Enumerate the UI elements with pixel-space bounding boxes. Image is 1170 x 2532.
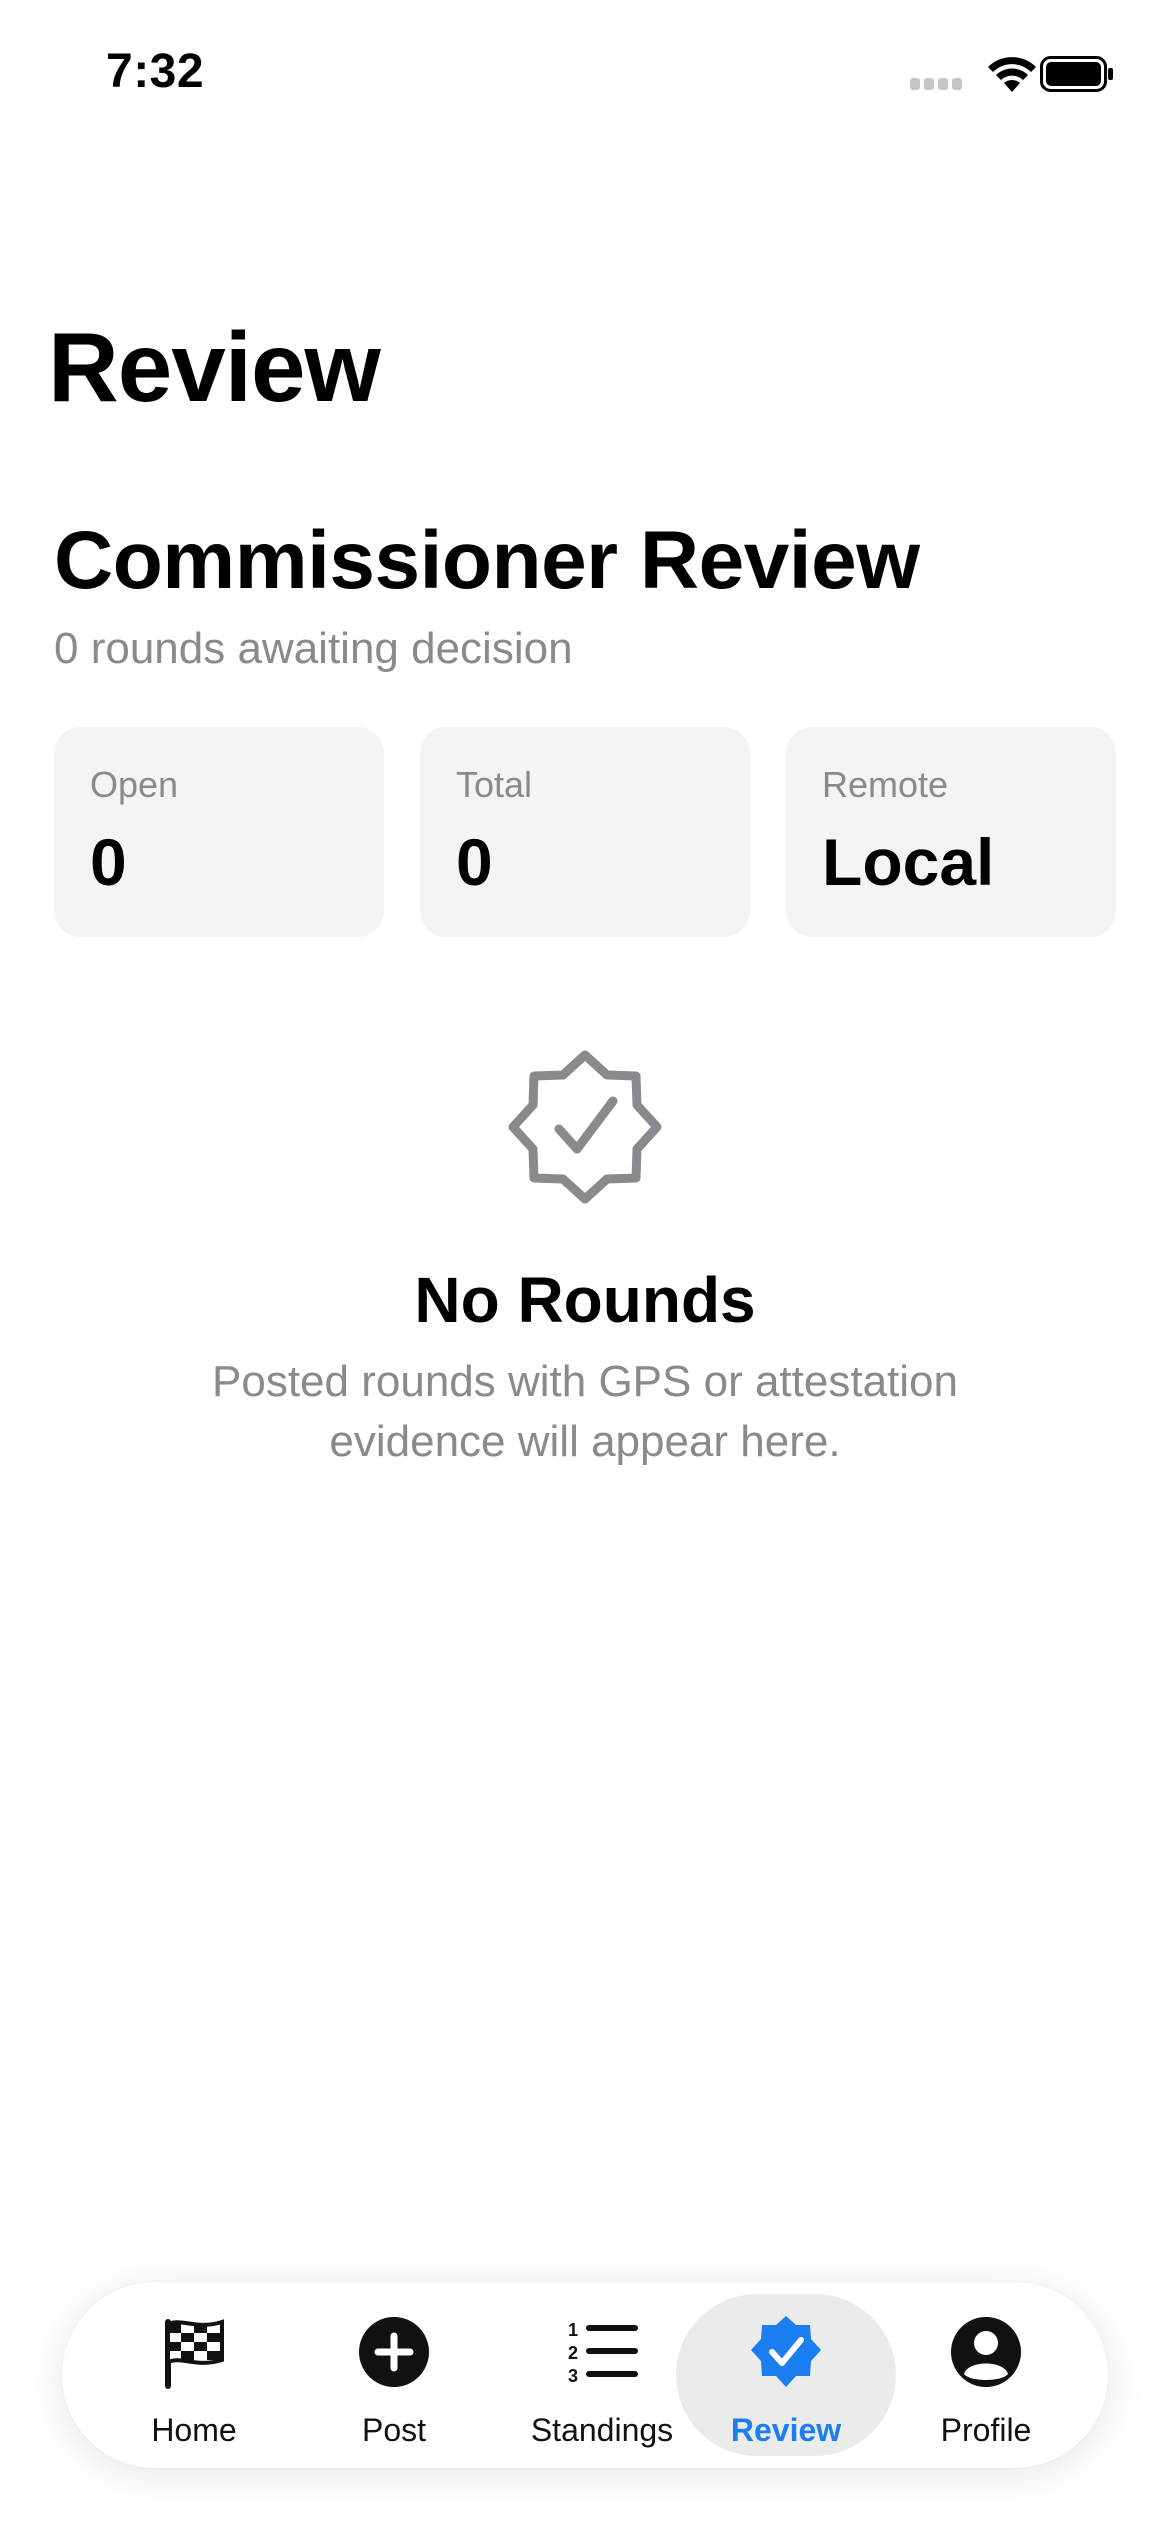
- stats-row: Open 0 Total 0 Remote Local: [54, 727, 1116, 937]
- checkmark-seal-icon: [508, 1050, 662, 1204]
- stat-card-open: Open 0: [54, 727, 384, 937]
- page-title: Review: [48, 312, 381, 422]
- stat-card-total: Total 0: [420, 727, 750, 937]
- tab-review[interactable]: Review: [676, 2282, 896, 2468]
- tab-label: Post: [361, 2412, 427, 2448]
- tab-bar: Home Post 1 2 3 Standings Review Profile: [62, 2282, 1108, 2468]
- section-title: Commissioner Review: [54, 515, 920, 606]
- stat-label: Open: [90, 764, 179, 805]
- checkmark-seal-icon: [751, 2316, 821, 2387]
- section-subtitle: 0 rounds awaiting decision: [54, 624, 573, 673]
- stat-value: Local: [822, 825, 995, 899]
- person-circle-icon: [951, 2317, 1021, 2387]
- empty-state-description: Posted rounds with GPS or attestation ev…: [150, 1352, 1020, 1472]
- empty-state-line: Posted rounds with GPS or attestation: [212, 1357, 958, 1406]
- stat-value: 0: [90, 825, 127, 899]
- empty-state-line: evidence will appear here.: [329, 1417, 841, 1466]
- numbered-list-icon: 1 2 3: [568, 2320, 638, 2386]
- stat-label: Remote: [822, 764, 949, 805]
- wifi-icon: [988, 57, 1036, 92]
- tab-post[interactable]: Post: [324, 2282, 464, 2468]
- checkered-flag-icon: [165, 2319, 224, 2389]
- cellular-signal-icon: [910, 78, 964, 90]
- tab-label: Standings: [530, 2412, 674, 2448]
- tab-label: Home: [151, 2412, 237, 2448]
- status-time: 7:32: [106, 45, 205, 98]
- stat-label: Total: [456, 764, 533, 805]
- plus-circle-icon: [359, 2317, 429, 2387]
- svg-text:2: 2: [568, 2343, 578, 2363]
- tab-label: Profile: [940, 2412, 1032, 2448]
- tab-profile[interactable]: Profile: [916, 2282, 1056, 2468]
- battery-icon: [1040, 56, 1113, 92]
- tab-home[interactable]: Home: [124, 2282, 264, 2468]
- tab-label: Review: [730, 2412, 842, 2448]
- tab-standings[interactable]: 1 2 3 Standings: [502, 2282, 702, 2468]
- svg-text:3: 3: [568, 2366, 578, 2386]
- empty-state-title: No Rounds: [414, 1264, 756, 1336]
- stat-card-remote: Remote Local: [786, 727, 1116, 937]
- stat-value: 0: [456, 825, 493, 899]
- svg-text:1: 1: [568, 2320, 578, 2340]
